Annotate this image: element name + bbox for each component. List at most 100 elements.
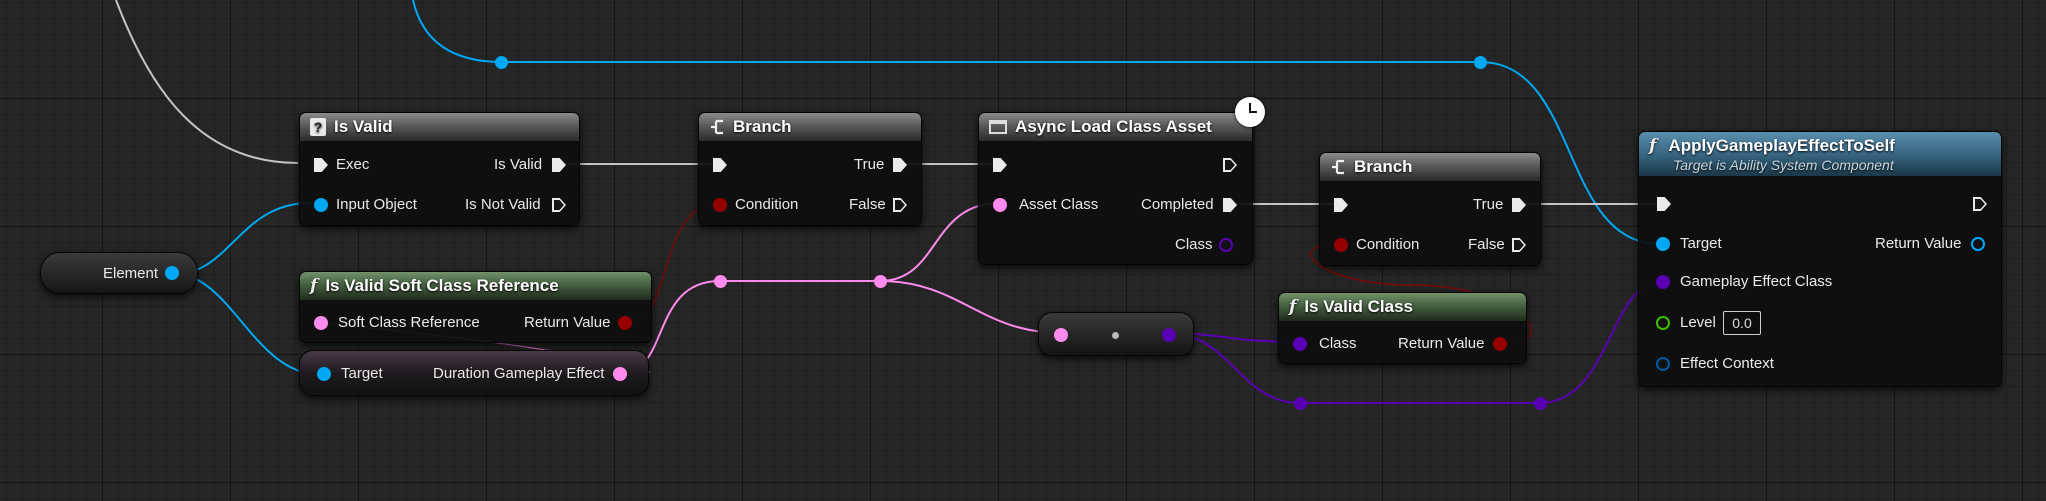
completed-label: Completed (1141, 196, 1214, 213)
async-exec-in-pin[interactable] (993, 158, 1007, 172)
softclass-wire (619, 202, 1001, 375)
asset-class-pin[interactable] (993, 198, 1007, 212)
exec-wire (115, 0, 299, 164)
false-exec-pin[interactable] (893, 198, 907, 212)
soft-class-reference-pin[interactable] (314, 316, 328, 330)
class-input-pin[interactable] (1293, 337, 1307, 351)
reroute-node[interactable] (714, 275, 727, 288)
false-exec-pin[interactable] (1512, 238, 1526, 252)
soft-class-reference-label: Soft Class Reference (338, 314, 480, 331)
target-pin[interactable] (317, 367, 331, 381)
is-valid-node[interactable]: ? Is Valid Exec Input Object Is Valid Is… (299, 112, 580, 226)
conversion-output-pin[interactable] (1162, 328, 1176, 342)
level-label: Level (1680, 314, 1716, 331)
element-output-pin[interactable] (165, 266, 179, 280)
target-pin[interactable] (1656, 237, 1670, 251)
branch-icon (711, 119, 723, 135)
is-valid-header: ? Is Valid (300, 113, 579, 141)
true-exec-pin[interactable] (893, 158, 907, 172)
apply-effect-header: f ApplyGameplayEffectToSelf Target is Ab… (1639, 132, 2001, 176)
completed-exec-pin[interactable] (1223, 198, 1237, 212)
duration-gameplay-effect-label: Duration Gameplay Effect (433, 365, 605, 382)
branch-exec-in-pin[interactable] (1334, 198, 1348, 212)
is-valid-exec-out-pin[interactable] (552, 158, 566, 172)
branch-header: Branch (1320, 153, 1540, 181)
window-icon (989, 120, 1007, 134)
clock-icon (1235, 97, 1265, 127)
is-not-valid-exec-out-pin[interactable] (552, 198, 566, 212)
reroute-node[interactable] (495, 56, 508, 69)
is-valid-soft-class-reference-node[interactable]: f Is Valid Soft Class Reference Soft Cla… (299, 271, 652, 343)
asset-class-label: Asset Class (1019, 196, 1099, 213)
branch-header: Branch (699, 113, 921, 141)
condition-pin[interactable] (713, 198, 727, 212)
input-object-pin[interactable] (314, 198, 328, 212)
branch-title: Branch (1354, 157, 1413, 176)
input-object-label: Input Object (336, 196, 417, 213)
effect-context-label: Effect Context (1680, 355, 1774, 372)
element-label: Element (103, 265, 159, 282)
conversion-dot (1112, 332, 1119, 339)
condition-label: Condition (735, 196, 799, 213)
object-wire (174, 273, 319, 375)
get-duration-gameplay-effect-node[interactable]: Target Duration Gameplay Effect (299, 350, 649, 396)
async-load-class-asset-node[interactable]: Async Load Class Asset Asset Class Compl… (978, 112, 1253, 265)
class-output-pin[interactable] (1219, 238, 1233, 252)
gameplay-effect-class-pin[interactable] (1656, 275, 1670, 289)
is-valid-title: Is Valid (334, 117, 393, 136)
class-conversion-node[interactable] (1038, 312, 1194, 356)
is-valid-class-node[interactable]: f Is Valid Class Class Return Value (1278, 292, 1527, 364)
branch-node-1[interactable]: Branch Condition True False (698, 112, 922, 226)
return-value-label: Return Value (524, 314, 611, 331)
async-load-title: Async Load Class Asset (1015, 117, 1212, 136)
reroute-node[interactable] (1294, 397, 1307, 410)
apply-exec-out-pin[interactable] (1973, 197, 1987, 211)
level-input[interactable]: 0.0 (1723, 311, 1761, 335)
condition-label: Condition (1356, 236, 1420, 253)
function-icon: f (1289, 297, 1297, 317)
branch-exec-in-pin[interactable] (713, 158, 727, 172)
duration-output-pin[interactable] (613, 367, 627, 381)
softclass-wire (879, 280, 1063, 334)
conversion-input-pin[interactable] (1054, 328, 1068, 342)
is-valid-class-header: f Is Valid Class (1279, 293, 1526, 321)
return-value-pin[interactable] (1493, 337, 1507, 351)
return-value-pin[interactable] (1971, 237, 1985, 251)
reroute-node[interactable] (874, 275, 887, 288)
branch-icon (1332, 159, 1344, 175)
reroute-node[interactable] (1534, 397, 1547, 410)
async-load-header: Async Load Class Asset (979, 113, 1252, 141)
is-valid-soft-title: Is Valid Soft Class Reference (325, 276, 559, 295)
is-valid-soft-header: f Is Valid Soft Class Reference (300, 272, 651, 300)
apply-gameplay-effect-to-self-node[interactable]: f ApplyGameplayEffectToSelf Target is Ab… (1638, 131, 2002, 387)
return-value-label: Return Value (1398, 335, 1485, 352)
return-value-label: Return Value (1875, 235, 1962, 252)
is-valid-output-label: Is Valid (494, 156, 543, 173)
gameplay-effect-class-label: Gameplay Effect Class (1680, 273, 1833, 290)
is-valid-class-title: Is Valid Class (1304, 297, 1414, 316)
branch-title: Branch (733, 117, 792, 136)
target-label: Target (341, 365, 383, 382)
function-icon: f (1649, 136, 1657, 156)
true-exec-pin[interactable] (1512, 198, 1526, 212)
level-pin[interactable] (1656, 316, 1670, 330)
apply-effect-subtitle: Target is Ability System Component (1673, 157, 1894, 173)
question-icon: ? (310, 118, 326, 136)
return-value-pin[interactable] (618, 316, 632, 330)
element-variable-node[interactable]: Element (40, 252, 198, 294)
is-not-valid-label: Is Not Valid (465, 196, 541, 213)
condition-pin[interactable] (1334, 238, 1348, 252)
function-icon: f (310, 276, 318, 296)
false-label: False (1468, 236, 1505, 253)
false-label: False (849, 196, 886, 213)
async-exec-out-pin[interactable] (1223, 158, 1237, 172)
target-label: Target (1680, 235, 1722, 252)
effect-context-pin[interactable] (1656, 357, 1670, 371)
exec-input-pin[interactable] (314, 158, 328, 172)
class-input-label: Class (1319, 335, 1357, 352)
apply-exec-in-pin[interactable] (1657, 197, 1671, 211)
apply-effect-title: ApplyGameplayEffectToSelf (1668, 136, 1895, 155)
reroute-node[interactable] (1474, 56, 1487, 69)
class-output-label: Class (1175, 236, 1213, 253)
branch-node-2[interactable]: Branch Condition True False (1319, 152, 1541, 266)
